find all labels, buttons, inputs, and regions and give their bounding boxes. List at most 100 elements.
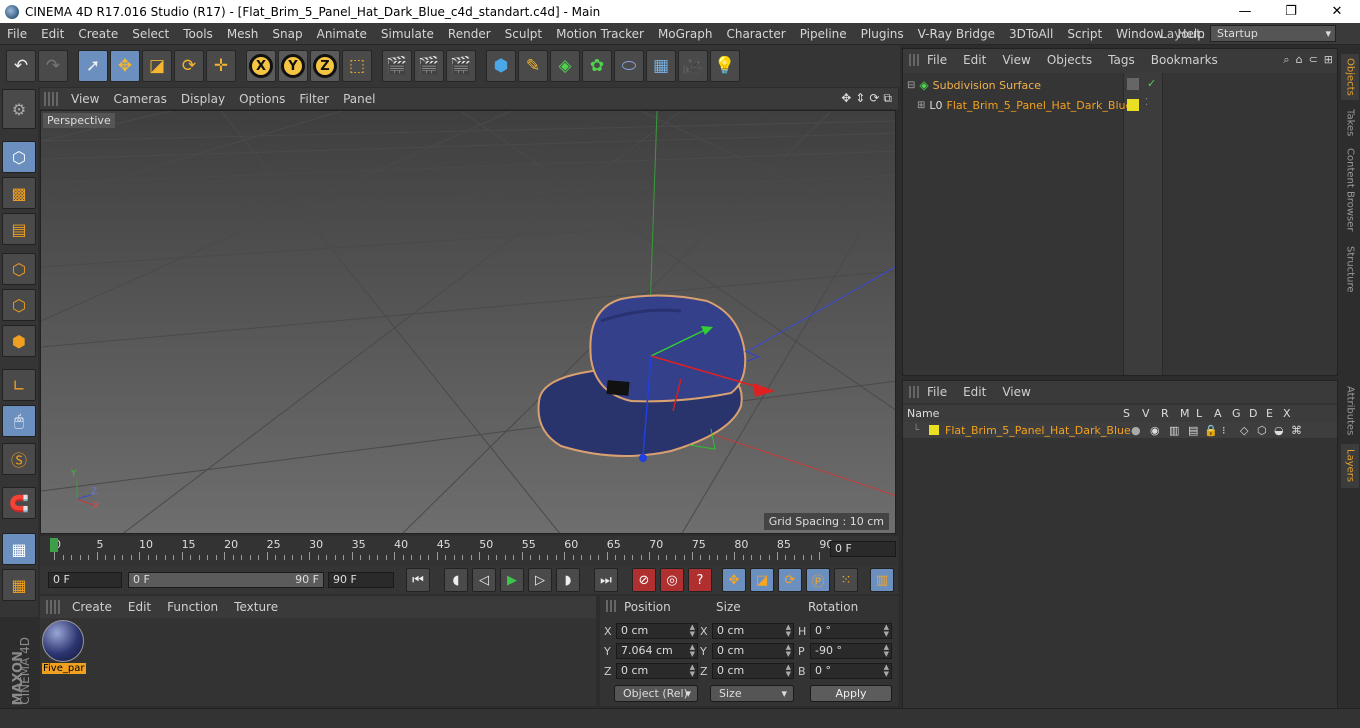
editor-visibility-icon[interactable] — [1127, 78, 1139, 90]
expand-toggle-icon[interactable]: ⊞ — [917, 100, 925, 111]
layer-color-swatch[interactable] — [1127, 99, 1139, 111]
subdivision-surface-button[interactable]: ◈ — [550, 50, 580, 82]
material-menu-texture[interactable]: Texture — [226, 600, 286, 614]
pen-spline-button[interactable]: ✎ — [518, 50, 548, 82]
menu-tools[interactable]: Tools — [176, 27, 220, 41]
object-menu-bookmarks[interactable]: Bookmarks — [1143, 53, 1226, 67]
timeline-ruler[interactable]: 051015202530354045505560657075808590 0 F — [40, 536, 898, 566]
menu-snap[interactable]: Snap — [265, 27, 309, 41]
timeline-window-button[interactable]: ▥ — [870, 568, 894, 592]
visibility-eye-icon[interactable]: ◉ — [1150, 424, 1169, 437]
go-to-end-button[interactable]: ⏭ — [594, 568, 618, 592]
rot-b-field[interactable]: 0 ° ▲ ▼ — [810, 663, 892, 679]
min-time-field[interactable]: 0 F — [48, 572, 122, 588]
material-menu-create[interactable]: Create — [64, 600, 120, 614]
tab-attributes[interactable]: Attributes — [1341, 382, 1359, 440]
menu-render[interactable]: Render — [441, 27, 498, 41]
workplane-mode-button[interactable]: ▤ — [2, 213, 36, 245]
maximize-button[interactable]: ❐ — [1268, 0, 1314, 23]
size-mode-select[interactable]: Size — [710, 685, 794, 702]
orbit-view-icon[interactable]: ⟳ — [869, 91, 879, 106]
key-parameter-button[interactable]: Ⓟ — [806, 568, 830, 592]
lock-icon[interactable]: 🔒 — [1204, 424, 1222, 437]
rotate-tool-button[interactable]: ⟳ — [174, 50, 204, 82]
size-x-field[interactable]: 0 cm ▲ ▼ — [712, 623, 794, 639]
new-window-icon[interactable]: ⊞ — [1324, 53, 1333, 67]
move-tool-button[interactable]: ✥ — [110, 50, 140, 82]
deformers-icon[interactable]: ⬡ — [1257, 424, 1274, 437]
render-view-button[interactable]: 🎬 — [382, 50, 412, 82]
layer-row-hat[interactable]: └ Flat_Brim_5_Panel_Hat_Dark_Blue ● ◉ ▥ … — [903, 422, 1337, 438]
polygons-mode-button[interactable]: ⬢ — [2, 325, 36, 357]
live-selection-button[interactable]: ➚ — [78, 50, 108, 82]
timeline-ticks[interactable]: 051015202530354045505560657075808590 — [48, 536, 833, 564]
layer-menu-view[interactable]: View — [994, 385, 1038, 399]
previous-frame-button[interactable]: ◁ — [472, 568, 496, 592]
previous-key-button[interactable]: ◖ — [444, 568, 468, 592]
deformer-button[interactable]: ⬭ — [614, 50, 644, 82]
preview-range-slider[interactable]: 0 F 90 F — [128, 572, 324, 588]
object-menu-edit[interactable]: Edit — [955, 53, 994, 67]
xref-icon[interactable]: ⌘ — [1291, 424, 1308, 437]
menu-select[interactable]: Select — [125, 27, 176, 41]
menu-sculpt[interactable]: Sculpt — [498, 27, 549, 41]
menu-motion-tracker[interactable]: Motion Tracker — [549, 27, 651, 41]
material-menu-function[interactable]: Function — [159, 600, 226, 614]
key-position-button[interactable]: ✥ — [722, 568, 746, 592]
search-icon[interactable]: ⌕ — [1283, 53, 1289, 67]
minimize-button[interactable]: — — [1222, 0, 1268, 23]
enabled-check-icon[interactable]: ✓ — [1147, 77, 1156, 90]
pos-x-field[interactable]: 0 cm ▲ ▼ — [616, 623, 698, 639]
next-key-button[interactable]: ◗ — [556, 568, 580, 592]
coordinate-system-button[interactable]: ⬚ — [342, 50, 372, 82]
make-editable-button[interactable]: ⚙ — [2, 89, 36, 129]
tab-takes[interactable]: Takes — [1341, 104, 1359, 142]
cloner-button[interactable]: ✿ — [582, 50, 612, 82]
recent-tool-button[interactable]: ✛ — [206, 50, 236, 82]
coordinate-mode-select[interactable]: Object (Rel) — [614, 685, 698, 702]
menu-mograph[interactable]: MoGraph — [651, 27, 720, 41]
edges-mode-button[interactable]: ⬡ — [2, 289, 36, 321]
menu-animate[interactable]: Animate — [310, 27, 374, 41]
key-scale-button[interactable]: ◪ — [750, 568, 774, 592]
key-pla-button[interactable]: ⁙ — [834, 568, 858, 592]
rot-h-field[interactable]: 0 ° ▲ ▼ — [810, 623, 892, 639]
axis-mode-button[interactable]: ∟ — [2, 369, 36, 401]
menu-vray-bridge[interactable]: V-Ray Bridge — [911, 27, 1002, 41]
close-button[interactable]: ✕ — [1314, 0, 1360, 23]
menu-script[interactable]: Script — [1060, 27, 1109, 41]
size-z-field[interactable]: 0 cm ▲ ▼ — [712, 663, 794, 679]
layer-color-swatch[interactable] — [929, 425, 940, 435]
tab-structure[interactable]: Structure — [1341, 240, 1359, 298]
render-clapper-icon[interactable]: ▥ — [1169, 424, 1188, 437]
viewport-menu-options[interactable]: Options — [232, 92, 292, 106]
menu-pipeline[interactable]: Pipeline — [793, 27, 854, 41]
material-menu-edit[interactable]: Edit — [120, 600, 159, 614]
render-to-picture-viewer-button[interactable]: 🎬 — [414, 50, 444, 82]
play-forward-button[interactable]: ▶ — [500, 568, 524, 592]
perspective-viewport[interactable]: Perspective Y Z X Grid Spacing : 10 cm — [40, 110, 896, 534]
floor-object-button[interactable]: ▦ — [646, 50, 676, 82]
timeline-playhead[interactable] — [50, 538, 58, 552]
tab-layers[interactable]: Layers — [1341, 444, 1359, 488]
animation-icon[interactable]: ⁝ — [1222, 424, 1240, 437]
object-dots-icon[interactable]: ⁚ — [1145, 97, 1148, 108]
autokeying-button[interactable]: ◎ — [660, 568, 684, 592]
texture-mode-button[interactable]: ▩ — [2, 177, 36, 209]
pan-view-icon[interactable]: ✥ — [841, 91, 851, 106]
menu-file[interactable]: File — [0, 27, 34, 41]
render-settings-button[interactable]: 🎬 — [446, 50, 476, 82]
apply-button[interactable]: Apply — [810, 685, 892, 702]
current-frame-field[interactable]: 0 F — [830, 541, 896, 557]
dolly-view-icon[interactable]: ⇕ — [855, 91, 865, 106]
layer-menu-edit[interactable]: Edit — [955, 385, 994, 399]
object-menu-view[interactable]: View — [994, 53, 1038, 67]
pos-z-field[interactable]: 0 cm ▲ ▼ — [616, 663, 698, 679]
viewport-menu-cameras[interactable]: Cameras — [106, 92, 173, 106]
x-axis-button[interactable]: X — [246, 50, 276, 82]
link-icon[interactable]: ⊂ — [1309, 53, 1318, 67]
home-icon[interactable]: ⌂ — [1296, 53, 1303, 67]
hat-model[interactable] — [537, 294, 747, 457]
tweak-mode-button[interactable]: 🖱 — [2, 405, 36, 437]
scale-tool-button[interactable]: ◪ — [142, 50, 172, 82]
